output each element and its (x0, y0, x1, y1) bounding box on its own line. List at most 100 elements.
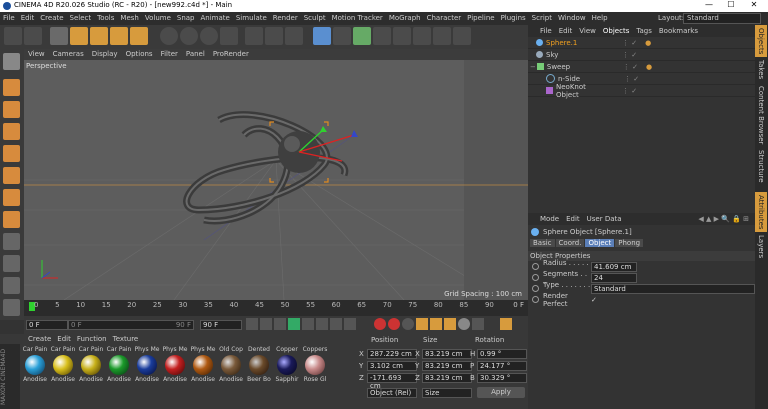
keyframe-selection-icon[interactable] (402, 318, 414, 330)
pen-icon[interactable] (333, 27, 351, 45)
material-swatch[interactable]: Car Pain Anodise (22, 346, 48, 383)
side-tab-content-browser[interactable]: Content Browser (755, 83, 767, 147)
undo-icon[interactable] (4, 27, 22, 45)
segments-field[interactable]: 24 (591, 272, 637, 283)
render-settings-icon[interactable] (285, 27, 303, 45)
object-row-sky[interactable]: Sky ⋮ ✓ (528, 49, 755, 61)
floor-icon[interactable] (413, 27, 431, 45)
pos-x-field[interactable]: 287.229 cm (367, 349, 417, 359)
deformer-icon[interactable] (393, 27, 411, 45)
viewport-menu-view[interactable]: View (24, 49, 49, 60)
rotate-icon[interactable] (110, 27, 128, 45)
scale-key-icon[interactable] (430, 318, 442, 330)
object-menu-tags[interactable]: Tags (636, 27, 652, 35)
timeline-ruler[interactable]: 0 5 10 15 20 25 30 35 40 45 50 55 60 65 … (24, 300, 528, 316)
close-button[interactable]: ✕ (745, 0, 763, 9)
position-key-icon[interactable] (416, 318, 428, 330)
y-axis-lock-icon[interactable] (180, 27, 198, 45)
enable-axis-icon[interactable] (3, 211, 20, 228)
render-picture-viewer-icon[interactable] (265, 27, 283, 45)
menu-snap[interactable]: Snap (174, 12, 198, 25)
material-swatch[interactable]: Coppers Rose Gl (302, 346, 328, 383)
radius-field[interactable]: 41.609 cm (591, 261, 637, 272)
attribute-menu-user-data[interactable]: User Data (587, 215, 622, 223)
next-frame-icon[interactable] (302, 318, 314, 330)
go-to-start-icon[interactable] (246, 318, 258, 330)
menu-plugins[interactable]: Plugins (498, 12, 529, 25)
menu-pipeline[interactable]: Pipeline (464, 12, 497, 25)
material-swatch[interactable]: Car Pain Anodise (78, 346, 104, 383)
size-x-field[interactable]: 83.219 cm (422, 349, 472, 359)
material-menu-texture[interactable]: Texture (113, 335, 139, 343)
side-tab-takes[interactable]: Takes (755, 57, 767, 82)
object-menu-view[interactable]: View (579, 27, 596, 35)
polygons-mode-icon[interactable] (3, 189, 20, 206)
side-tab-attributes[interactable]: Attributes (755, 191, 767, 233)
attribute-menu-mode[interactable]: Mode (540, 215, 559, 223)
menu-create[interactable]: Create (37, 12, 66, 25)
size-z-field[interactable]: 83.219 cm (422, 373, 472, 383)
cloner-icon[interactable] (373, 27, 391, 45)
size-y-field[interactable]: 83.219 cm (422, 361, 472, 371)
material-swatch[interactable]: Copper Sapphir (274, 346, 300, 383)
side-tab-objects[interactable]: Objects (755, 25, 767, 58)
viewport[interactable]: Perspective Grid Spacing: 100 cm (24, 60, 528, 300)
material-swatch[interactable]: Car Pain Anodise (106, 346, 132, 383)
viewport-menu-panel[interactable]: Panel (182, 49, 209, 60)
menu-mograph[interactable]: MoGraph (386, 12, 424, 25)
move-icon[interactable] (70, 27, 88, 45)
quantizing-icon[interactable] (3, 277, 20, 294)
material-menu-create[interactable]: Create (28, 335, 51, 343)
attribute-nav-icons[interactable]: ◀ ▲ ▶ 🔍 🔒 ⊞ (698, 215, 749, 223)
menu-character[interactable]: Character (424, 12, 465, 25)
timeline-layout-icon[interactable] (500, 318, 512, 330)
z-axis-lock-icon[interactable] (200, 27, 218, 45)
rotation-key-icon[interactable] (444, 318, 456, 330)
autokey-icon[interactable] (388, 318, 400, 330)
tab-object[interactable]: Object (585, 239, 615, 247)
select-cursor-icon[interactable] (50, 27, 68, 45)
viewport-menu-prorender[interactable]: ProRender (209, 49, 253, 60)
visibility-toggle[interactable]: ⋮ ✓ (623, 63, 638, 71)
material-swatch[interactable]: Old Cop Anodise (218, 346, 244, 383)
menu-select[interactable]: Select (67, 12, 95, 25)
light-icon[interactable] (453, 27, 471, 45)
texture-mode-icon[interactable] (3, 101, 20, 118)
menu-simulate[interactable]: Simulate (233, 12, 270, 25)
keyframe-dot[interactable] (532, 274, 539, 281)
tab-coord[interactable]: Coord. (555, 239, 585, 247)
object-row-sphere[interactable]: Sphere.1 ⋮ ✓ ● (528, 37, 755, 49)
type-select[interactable]: Standard (591, 283, 755, 294)
make-editable-icon[interactable] (3, 53, 20, 70)
point-level-icon[interactable] (472, 318, 484, 330)
visibility-toggle[interactable]: ⋮ ✓ (622, 87, 637, 95)
side-tab-structure[interactable]: Structure (755, 147, 767, 186)
pos-z-field[interactable]: -171.693 cm (367, 373, 417, 390)
menu-tools[interactable]: Tools (94, 12, 117, 25)
loop-icon[interactable] (344, 318, 356, 330)
rot-h-field[interactable]: 0.99 ° (477, 349, 527, 359)
subdivision-icon[interactable] (353, 27, 371, 45)
material-swatch[interactable]: Phys Me Anodise (162, 346, 188, 383)
menu-window[interactable]: Window (555, 12, 589, 25)
object-menu-file[interactable]: File (540, 27, 552, 35)
material-swatch[interactable]: Car Pain Anodise (50, 346, 76, 383)
material-swatch[interactable]: Phys Me Anodise (190, 346, 216, 383)
apply-button[interactable]: Apply (477, 387, 525, 398)
tweak-mode-icon[interactable] (3, 233, 20, 250)
visibility-toggle[interactable]: ⋮ ✓ (624, 75, 639, 83)
menu-motion-tracker[interactable]: Motion Tracker (329, 12, 386, 25)
points-mode-icon[interactable] (3, 145, 20, 162)
material-menu-edit[interactable]: Edit (57, 335, 71, 343)
cube-icon[interactable] (313, 27, 331, 45)
maximize-button[interactable]: ☐ (722, 0, 740, 9)
pos-y-field[interactable]: 3.102 cm (367, 361, 417, 371)
transform-icon[interactable] (130, 27, 148, 45)
object-menu-edit[interactable]: Edit (559, 27, 573, 35)
menu-render[interactable]: Render (270, 12, 301, 25)
size-mode-select[interactable]: Size (422, 388, 472, 398)
camera-icon[interactable] (433, 27, 451, 45)
keyframe-dot[interactable] (532, 296, 539, 303)
tab-phong[interactable]: Phong (615, 239, 644, 247)
object-menu-bookmarks[interactable]: Bookmarks (659, 27, 698, 35)
